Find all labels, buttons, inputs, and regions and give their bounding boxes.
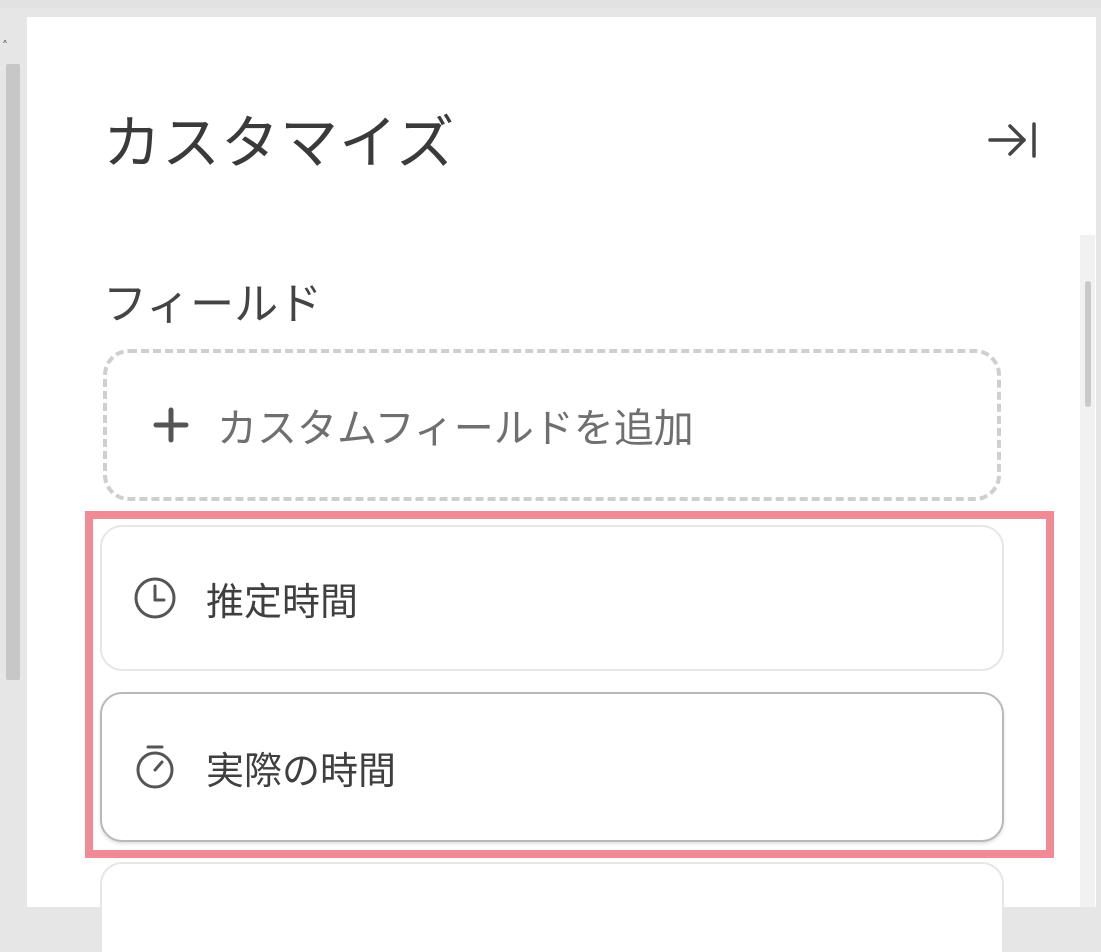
plus-icon (151, 405, 191, 445)
panel-title: カスタマイズ (103, 109, 456, 177)
clock-icon (130, 573, 180, 623)
fields-section-label: フィールド (103, 279, 323, 330)
customize-panel: カスタマイズ フィールド カスタムフィールドを追加 推定時間 実際の時間 (27, 17, 1096, 952)
field-item-partial[interactable] (100, 862, 1004, 952)
window-top-strip (0, 0, 1101, 8)
collapse-panel-button[interactable] (979, 105, 1049, 175)
left-scrollbar[interactable] (6, 64, 20, 680)
field-item-estimated-time[interactable]: 推定時間 (100, 525, 1004, 671)
field-item-label: 推定時間 (206, 579, 359, 624)
caret-icon: ˄ (2, 39, 8, 53)
field-item-actual-time[interactable]: 実際の時間 (100, 692, 1004, 842)
stopwatch-icon (130, 742, 180, 792)
collapse-right-icon (988, 122, 1036, 158)
add-custom-field-label: カスタムフィールドを追加 (217, 406, 694, 452)
add-custom-field-button[interactable]: カスタムフィールドを追加 (103, 349, 1001, 501)
field-item-label: 実際の時間 (206, 748, 397, 793)
panel-scrollbar-thumb[interactable] (1085, 281, 1091, 407)
